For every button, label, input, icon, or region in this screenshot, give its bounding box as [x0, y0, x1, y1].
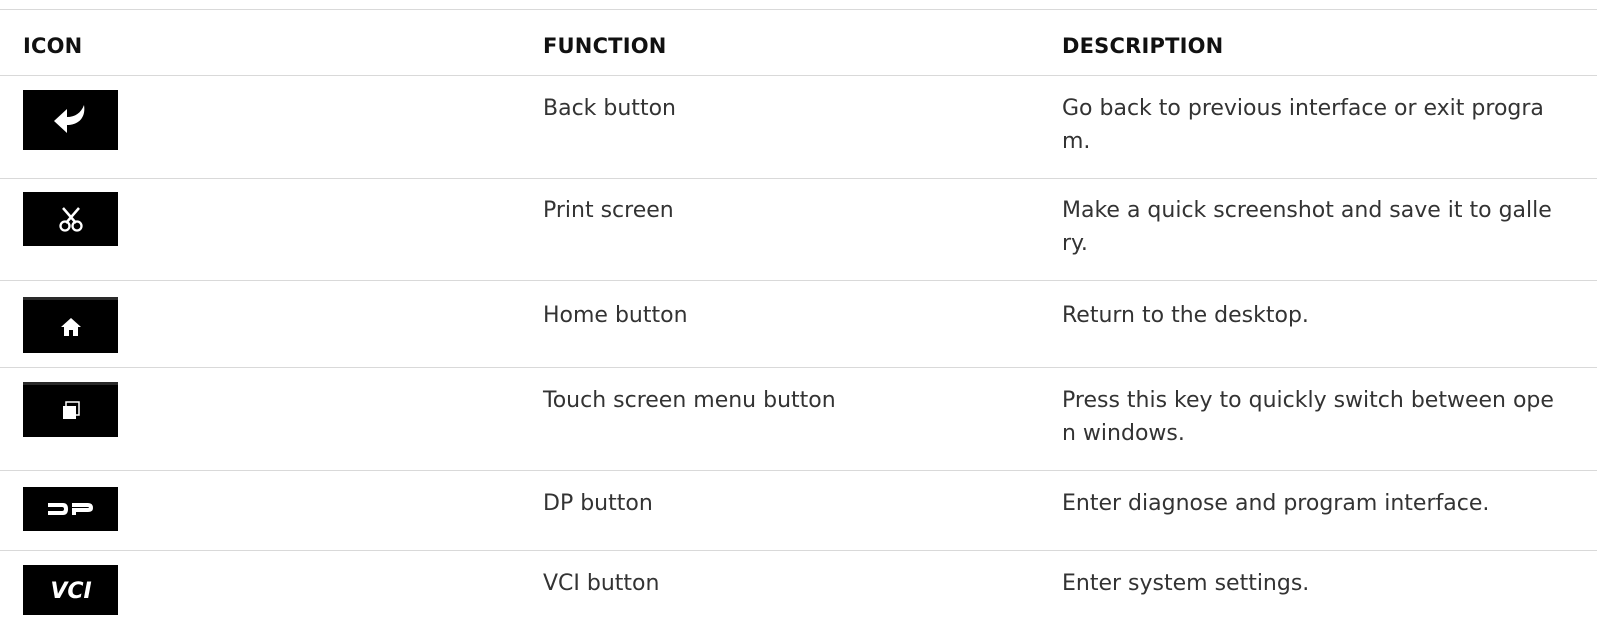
icon-function-table: ICON FUNCTION DESCRIPTION Back button Go…: [0, 9, 1597, 631]
description-text: Return to the desktop.: [1062, 303, 1309, 328]
table-header-row: ICON FUNCTION DESCRIPTION: [0, 10, 1597, 76]
table-row: Print screen Make a quick screenshot and…: [0, 179, 1597, 281]
function-label: DP button: [543, 491, 653, 516]
back-arrow-icon: [23, 90, 118, 150]
svg-text:VCI: VCI: [50, 579, 91, 603]
table-row: DP button Enter diagnose and program int…: [0, 471, 1597, 551]
function-label: Back button: [543, 96, 676, 121]
function-label: Print screen: [543, 198, 674, 223]
windows-icon: [23, 382, 118, 437]
description-text: Go back to previous interface or exit pr…: [1062, 96, 1544, 154]
function-label: Touch screen menu button: [543, 388, 836, 413]
scissors-icon: [23, 192, 118, 246]
dp-logo-icon: [23, 487, 118, 531]
column-header-description: DESCRIPTION: [1062, 34, 1224, 58]
column-header-icon: ICON: [23, 34, 83, 58]
description-text: Enter diagnose and program interface.: [1062, 491, 1490, 516]
column-header-function: FUNCTION: [543, 34, 667, 58]
description-text: Make a quick screenshot and save it to g…: [1062, 198, 1552, 256]
table-row: Home button Return to the desktop.: [0, 281, 1597, 368]
table-row: Touch screen menu button Press this key …: [0, 368, 1597, 471]
table-row: Back button Go back to previous interfac…: [0, 76, 1597, 179]
function-label: Home button: [543, 303, 688, 328]
description-text: Enter system settings.: [1062, 571, 1310, 596]
function-label: VCI button: [543, 571, 660, 596]
vci-logo-icon: VCI: [23, 565, 118, 615]
table-row: VCI VCI button Enter system settings.: [0, 551, 1597, 631]
home-icon: [23, 297, 118, 353]
description-text: Press this key to quickly switch between…: [1062, 388, 1554, 446]
